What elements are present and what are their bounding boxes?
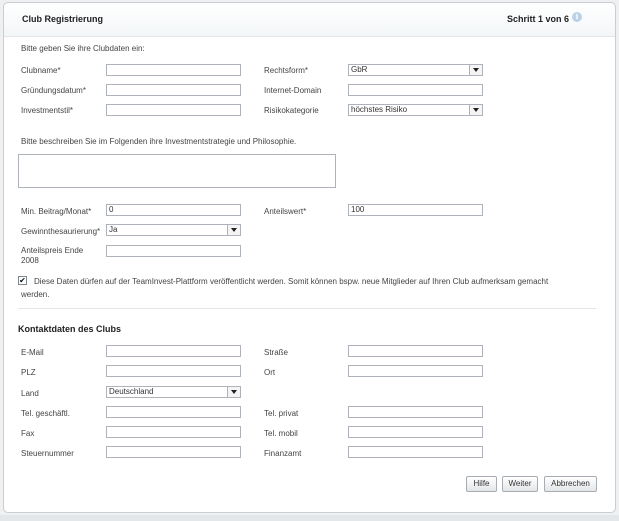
strasse-label: Straße — [264, 348, 289, 357]
weiter-button[interactable]: Weiter — [502, 476, 538, 492]
investmentstil-input[interactable] — [106, 104, 241, 116]
contact-section-title: Kontaktdaten des Clubs — [18, 324, 122, 334]
steuernummer-input[interactable] — [106, 446, 241, 458]
publish-text-line1: Diese Daten dürfen auf der TeamInvest-Pl… — [34, 277, 549, 286]
tel-mobil-label: Tel. mobil — [264, 429, 298, 438]
tel-privat-input[interactable] — [348, 406, 483, 418]
risikokategorie-value: höchstes Risiko — [351, 105, 408, 114]
gewinnthesaurierung-label: Gewinnthesaurierung* — [21, 227, 101, 236]
page-title: Club Registrierung — [22, 14, 104, 24]
intro-text: Bitte geben Sie ihre Clubdaten ein: — [21, 44, 145, 53]
gewinnthesaurierung-select[interactable]: Ja — [106, 224, 241, 236]
chevron-down-icon[interactable] — [469, 105, 482, 115]
publish-checkbox[interactable]: ✔ — [18, 276, 27, 285]
anteilswert-label: Anteilswert* — [264, 207, 307, 216]
publish-text-line2: werden. — [21, 290, 50, 299]
step-indicator: Schritt 1 von 6 — [506, 14, 569, 24]
strategie-prompt: Bitte beschreiben Sie im Folgenden ihre … — [21, 137, 297, 146]
clubname-label: Clubname* — [21, 66, 61, 75]
anteilspreis-label-line2: 2008 — [21, 256, 39, 265]
tel-geschaeftl-input[interactable] — [106, 406, 241, 418]
finanzamt-label: Finanzamt — [264, 449, 302, 458]
tel-geschaeftl-label: Tel. geschäftl. — [21, 409, 70, 418]
chevron-down-icon[interactable] — [469, 65, 482, 75]
anteilswert-input[interactable]: 100 — [348, 204, 483, 216]
hilfe-button[interactable]: Hilfe — [466, 476, 497, 492]
email-label: E-Mail — [21, 348, 44, 357]
gewinnthesaurierung-value: Ja — [109, 225, 118, 234]
fax-input[interactable] — [106, 426, 241, 438]
email-input[interactable] — [106, 345, 241, 357]
anteilspreis-input[interactable] — [106, 245, 241, 257]
abbrechen-button[interactable]: Abbrechen — [544, 476, 597, 492]
fax-label: Fax — [21, 429, 35, 438]
strasse-input[interactable] — [348, 345, 483, 357]
rechtsform-value: GbR — [351, 65, 368, 74]
risikokategorie-select[interactable]: höchstes Risiko — [348, 104, 483, 116]
risikokategorie-label: Risikokategorie — [264, 106, 319, 115]
gruendungsdatum-input[interactable] — [106, 84, 241, 96]
chevron-down-icon[interactable] — [227, 387, 240, 397]
land-label: Land — [21, 389, 39, 398]
section-divider — [18, 308, 596, 309]
min-beitrag-label: Min. Beitrag/Monat* — [21, 207, 92, 216]
min-beitrag-input[interactable]: 0 — [106, 204, 241, 216]
plz-input[interactable] — [106, 365, 241, 377]
ort-label: Ort — [264, 368, 276, 377]
ort-input[interactable] — [348, 365, 483, 377]
chevron-down-icon[interactable] — [227, 225, 240, 235]
gruendungsdatum-label: Gründungsdatum* — [21, 86, 86, 95]
bottom-strip — [0, 515, 619, 521]
strategie-textarea[interactable] — [18, 154, 336, 188]
internet-domain-input[interactable] — [348, 84, 483, 96]
clubname-input[interactable] — [106, 64, 241, 76]
internet-domain-label: Internet-Domain — [264, 86, 322, 95]
tel-privat-label: Tel. privat — [264, 409, 299, 418]
tel-mobil-input[interactable] — [348, 426, 483, 438]
land-select[interactable]: Deutschland — [106, 386, 241, 398]
investmentstil-label: Investmentstil* — [21, 106, 74, 115]
finanzamt-input[interactable] — [348, 446, 483, 458]
rechtsform-select[interactable]: GbR — [348, 64, 483, 76]
plz-label: PLZ — [21, 368, 36, 377]
info-icon[interactable]: i — [572, 12, 582, 22]
steuernummer-label: Steuernummer — [21, 449, 74, 458]
registration-panel: Club Registrierung Schritt 1 von 6 i — [3, 2, 616, 513]
panel-header: Club Registrierung Schritt 1 von 6 i — [4, 3, 615, 37]
rechtsform-label: Rechtsform* — [264, 66, 309, 75]
anteilspreis-label-line1: Anteilspreis Ende — [21, 246, 84, 255]
land-value: Deutschland — [109, 387, 154, 396]
